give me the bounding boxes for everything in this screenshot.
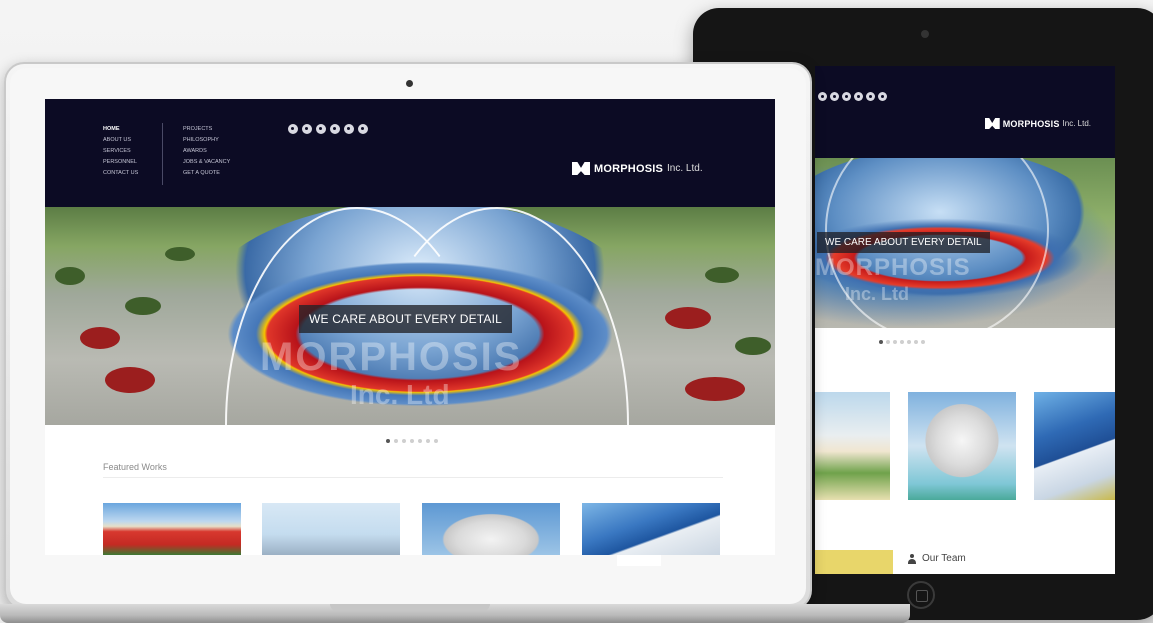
hero-caption: WE CARE ABOUT EVERY DETAIL [299,305,513,333]
landscape-bush [685,377,745,401]
mail-icon[interactable] [878,92,887,101]
work-thumbnail[interactable] [582,503,720,555]
linkedin-icon[interactable] [302,124,312,134]
landscape-bush [665,307,711,329]
slider-dot[interactable] [418,439,422,443]
tablet-hero-slide: MORPHOSIS Inc. Ltd WE CARE ABOUT EVERY D… [815,158,1115,328]
landscape-bush [735,337,771,355]
slider-dot[interactable] [893,340,897,344]
work-thumbnail[interactable] [815,392,890,500]
facebook-icon[interactable] [288,124,298,134]
mail-icon[interactable] [358,124,368,134]
site-header: HOME ABOUT US SERVICES PERSONNEL CONTACT… [45,99,775,207]
nav-item-get-a-quote[interactable]: GET A QUOTE [183,169,230,177]
featured-works-heading: Featured Works [103,462,167,472]
logo-name: MORPHOSIS [1002,118,1060,129]
hero-watermark: MORPHOSIS [815,254,971,281]
team-thumbnail[interactable] [815,550,893,574]
slider-dot[interactable] [386,439,390,443]
tablet-screen: MORPHOSIS Inc. Ltd. MORPHOSIS Inc. Ltd W… [815,66,1115,574]
facebook-icon[interactable] [818,92,827,101]
tablet-logo[interactable]: MORPHOSIS Inc. Ltd. [984,118,1091,129]
laptop-base-notch [330,604,490,611]
work-thumbnail[interactable] [103,503,241,555]
slider-dot[interactable] [886,340,890,344]
flickr-icon[interactable] [344,124,354,134]
main-nav-col1: HOME ABOUT US SERVICES PERSONNEL CONTACT… [103,125,138,177]
landscape-bush [705,267,739,283]
our-team-heading[interactable]: Our Team [907,553,966,564]
twitter-icon[interactable] [842,92,851,101]
slider-dots [386,439,438,443]
hero-watermark-sub: Inc. Ltd [845,284,909,304]
landscape-bush [55,267,85,285]
instagram-icon[interactable] [854,92,863,101]
tablet-header: MORPHOSIS Inc. Ltd. [815,66,1115,158]
slider-dot[interactable] [879,340,883,344]
hero-watermark: MORPHOSIS [260,335,523,379]
nav-item-about-us[interactable]: ABOUT US [103,136,138,144]
nav-item-jobs[interactable]: JOBS & VACANCY [183,158,230,166]
slider-dot[interactable] [434,439,438,443]
logo-suffix: Inc. Ltd. [1062,119,1091,128]
logo-suffix: Inc. Ltd. [667,163,703,174]
logo-mark-icon [984,118,1000,129]
section-divider [103,477,723,478]
slider-dot[interactable] [402,439,406,443]
user-group-icon [907,553,917,564]
linkedin-icon[interactable] [830,92,839,101]
slider-dot[interactable] [426,439,430,443]
tablet-social-links [818,92,887,101]
nav-item-services[interactable]: SERVICES [103,147,138,155]
nav-item-home[interactable]: HOME [103,125,138,133]
hero-slide: MORPHOSIS Inc. Ltd WE CARE ABOUT EVERY D… [45,207,775,425]
slider-dot[interactable] [394,439,398,443]
nav-item-personnel[interactable]: PERSONNEL [103,158,138,166]
landscape-bush [125,297,161,315]
flickr-icon[interactable] [866,92,875,101]
landscape-bush [80,327,120,349]
logo-name: MORPHOSIS [594,162,664,175]
instagram-icon[interactable] [330,124,340,134]
our-team-label: Our Team [922,553,966,564]
main-nav-col2: PROJECTS PHILOSOPHY AWARDS JOBS & VACANC… [183,125,230,177]
nav-item-projects[interactable]: PROJECTS [183,125,230,133]
work-thumbnail[interactable] [908,392,1016,500]
slider-dot[interactable] [914,340,918,344]
slider-dot[interactable] [921,340,925,344]
slider-dot[interactable] [900,340,904,344]
logo-mark-icon [572,162,590,175]
slider-dot[interactable] [410,439,414,443]
laptop-camera [406,80,413,87]
hero-caption: WE CARE ABOUT EVERY DETAIL [817,232,990,253]
tablet-camera [921,30,929,38]
hero-watermark-sub: Inc. Ltd [350,379,450,410]
nav-item-philosophy[interactable]: PHILOSOPHY [183,136,230,144]
nav-divider [162,123,163,185]
work-thumbnail[interactable] [1034,392,1115,500]
slider-dot[interactable] [907,340,911,344]
twitter-icon[interactable] [316,124,326,134]
screen-glare [617,555,661,566]
tablet-slider-dots [879,340,925,344]
nav-item-awards[interactable]: AWARDS [183,147,230,155]
work-thumbnail[interactable] [422,503,560,555]
landscape-bush [105,367,155,393]
site-logo[interactable]: MORPHOSIS Inc. Ltd. [572,162,703,175]
landscape-bush [165,247,195,261]
nav-item-contact-us[interactable]: CONTACT US [103,169,138,177]
laptop-screen: HOME ABOUT US SERVICES PERSONNEL CONTACT… [45,99,775,555]
work-thumbnail[interactable] [262,503,400,555]
home-button[interactable] [907,581,935,609]
social-links [288,124,368,134]
